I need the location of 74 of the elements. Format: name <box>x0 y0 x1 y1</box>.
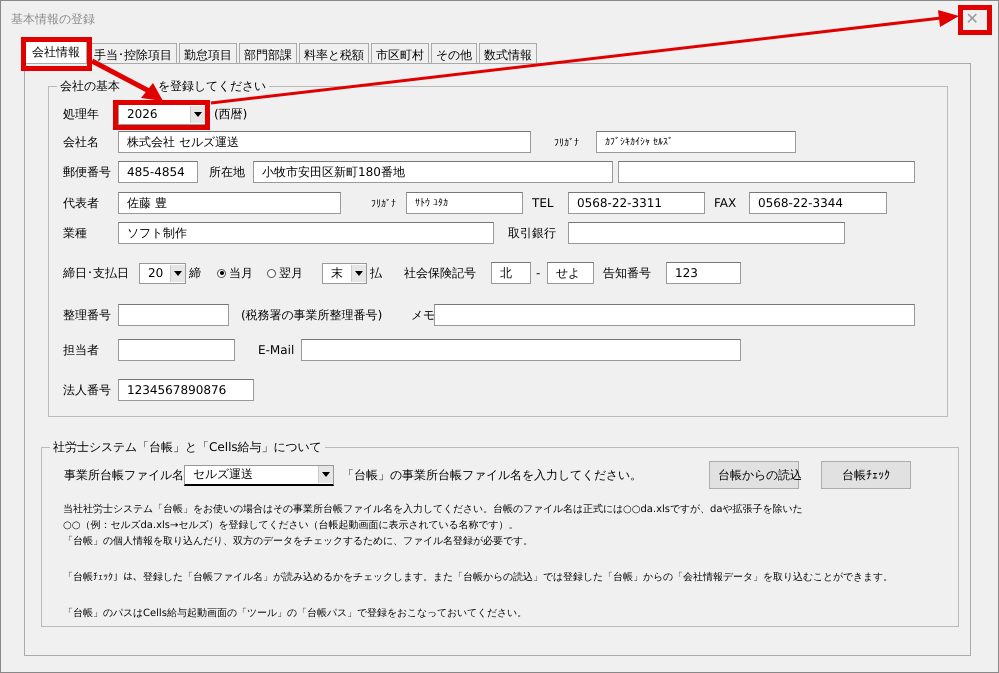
field-label: (税務署の事業所整理番号) <box>241 308 382 322</box>
field-label: 担当者 <box>63 342 99 356</box>
field-label: 会社名 <box>63 134 99 148</box>
field-label: (西暦) <box>214 106 248 120</box>
tab[interactable]: 料率と税額 <box>299 43 369 63</box>
caret-icon <box>194 112 202 116</box>
text-field[interactable] <box>434 304 915 326</box>
group-title: 社労士システム「台帳」と「Cells給与」について <box>52 439 323 456</box>
field-label: TEL <box>532 196 554 210</box>
caret-icon <box>322 472 330 477</box>
field-label: 払 <box>370 266 382 280</box>
text-field[interactable]: 株式会社 セルズ運送 <box>118 131 531 153</box>
text-field[interactable]: せよ <box>547 262 594 284</box>
text-field[interactable] <box>568 222 845 244</box>
field-label: FAX <box>714 196 736 210</box>
text-field[interactable] <box>118 304 229 326</box>
text-field[interactable]: ソフト制作 <box>118 222 494 244</box>
text-field[interactable]: ｶﾌﾞｼｷｶｲｼｬ ｾﾙｽﾞ <box>596 131 796 153</box>
tab[interactable]: 手当･控除項目 <box>89 43 177 63</box>
field-label: 事業所台帳ファイル名 <box>64 466 184 484</box>
field-label: - <box>536 266 540 280</box>
group-title: 会社の基本 <box>60 79 120 93</box>
field-label: ﾌﾘｶﾞﾅ <box>554 138 579 149</box>
highlight-frame <box>958 5 992 35</box>
field-label: 締 <box>189 266 201 280</box>
text-field[interactable]: 485-4854 <box>118 161 198 183</box>
dropdown[interactable]: 20 <box>139 262 186 284</box>
text-field[interactable]: ｻﾄｳ ﾕﾀｶ <box>406 192 523 214</box>
info-text: 「台帳」の個人情報を取り込んだり、双方のデータをチェックするために、ファイル名登録が必要です。 <box>63 536 533 547</box>
tab[interactable]: 勤怠項目 <box>179 43 237 63</box>
field-label: 所在地 <box>209 164 245 178</box>
text-field[interactable] <box>301 339 741 361</box>
dropdown[interactable]: 末 <box>322 262 367 284</box>
action-button[interactable]: 台帳からの読込 <box>709 461 799 489</box>
text-field[interactable]: 123 <box>666 262 741 284</box>
field-label: 整理番号 <box>63 308 111 322</box>
field-label: 締日･支払日 <box>63 266 129 280</box>
field-label: ﾌﾘｶﾞﾅ <box>371 199 396 210</box>
info-text: 当社社労士システム「台帳」をお使いの場合はその事業所台帳ファイル名を入力してください。台帳のファイル名は正式には○○da.xlsですが、daや拡張子を除いた <box>63 504 802 515</box>
field-label: 取引銀行 <box>508 226 556 240</box>
action-button[interactable]: 台帳ﾁｪｯｸ <box>821 461 911 489</box>
highlight-frame <box>21 37 92 71</box>
hint-text: 「台帳」の事業所台帳ファイル名を入力してください。 <box>342 466 642 484</box>
text-field[interactable] <box>618 161 915 183</box>
radio-option[interactable]: 当月 <box>217 264 253 282</box>
info-text: 「台帳」のパスはCells給与起動画面の「ツール」の「台帳パス」で登録をおこなっておいてください。 <box>63 608 527 619</box>
dropdown[interactable]: セルズ運送 <box>184 464 334 486</box>
window-title: 基本情報の登録 <box>11 10 95 28</box>
radio-option[interactable]: 翌月 <box>267 264 303 282</box>
field-label: 郵便番号 <box>63 164 111 178</box>
text-field[interactable]: 1234567890876 <box>118 379 254 401</box>
caret-icon <box>355 270 363 276</box>
info-text: 「台帳ﾁｪｯｸ」は、登録した「台帳ファイル名」が読み込めるかをチェックします。また「台帳からの読込」では登録した「台帳」からの「会社情報データ」を取り込むことができます。 <box>63 572 893 583</box>
tab[interactable]: 部門部課 <box>239 43 297 63</box>
tab[interactable]: その他 <box>431 43 477 63</box>
text-field[interactable] <box>118 339 235 361</box>
field-label: メモ <box>411 308 435 322</box>
field-label: 告知番号 <box>603 266 651 280</box>
text-field[interactable]: 佐藤 豊 <box>118 192 341 214</box>
field-label: 業種 <box>63 226 87 240</box>
field-label: 法人番号 <box>63 382 111 396</box>
field-label: 処理年 <box>63 106 99 120</box>
group-title: を登録してください <box>158 79 266 93</box>
caret-icon <box>174 270 182 276</box>
field-label: 社会保険記号 <box>404 266 476 280</box>
info-text: ○○（例：セルズda.xls→セルズ）を登録してください（台帳起動画面に表示されている名称です）。 <box>63 520 518 531</box>
tab[interactable]: 数式情報 <box>479 43 537 63</box>
field-label: 代表者 <box>63 196 99 210</box>
text-field[interactable]: 北 <box>491 262 531 284</box>
tab[interactable]: 市区町村 <box>371 43 429 63</box>
field-label: E-Mail <box>258 343 294 357</box>
text-field[interactable]: 0568-22-3311 <box>568 192 705 214</box>
text-field[interactable]: 0568-22-3344 <box>749 192 887 214</box>
text-field[interactable]: 小牧市安田区新町180番地 <box>253 161 613 183</box>
